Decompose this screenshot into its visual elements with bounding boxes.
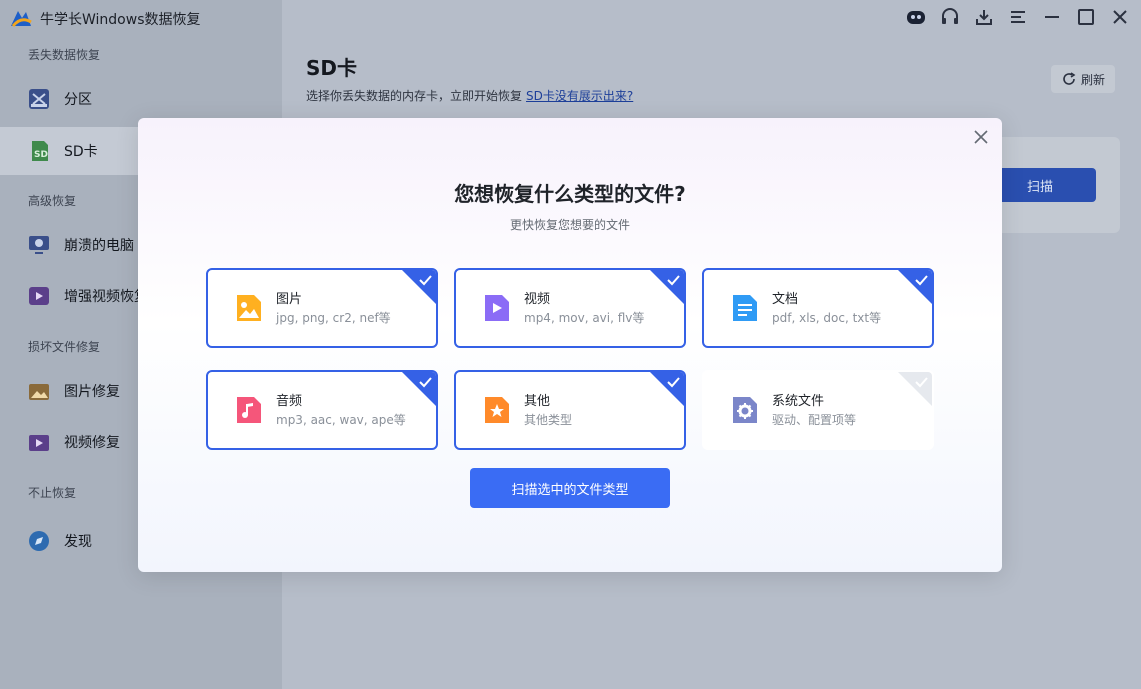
page-title: SD卡 xyxy=(306,56,358,80)
section-label-lost-data: 丢失数据恢复 xyxy=(28,48,101,62)
check-corner-icon xyxy=(898,270,932,304)
check-corner-icon xyxy=(650,372,684,406)
svg-text:SD: SD xyxy=(34,150,48,160)
file-type-system[interactable]: 系统文件 驱动、配置项等 xyxy=(702,370,934,450)
download-icon[interactable] xyxy=(973,6,995,28)
file-type-name: 音频 xyxy=(276,394,303,409)
file-type-desc: pdf, xls, doc, txt等 xyxy=(772,311,882,325)
scan-selected-types-button[interactable]: 扫描选中的文件类型 xyxy=(470,468,670,508)
sidebar-item-label: 增强视频恢复 xyxy=(64,289,148,305)
menu-icon[interactable] xyxy=(1007,6,1029,28)
refresh-icon xyxy=(1063,72,1076,85)
crashed-pc-icon xyxy=(29,236,49,254)
sd-card-icon: SD xyxy=(32,141,48,161)
other-file-icon xyxy=(485,397,509,423)
app-logo-icon xyxy=(11,11,32,27)
app-title: 牛学长Windows数据恢复 xyxy=(8,6,201,32)
refresh-button[interactable]: 刷新 xyxy=(1051,65,1115,93)
sidebar-item-partition[interactable]: 分区 xyxy=(0,75,282,123)
file-type-name: 其他 xyxy=(524,394,551,409)
minimize-icon[interactable] xyxy=(1041,6,1063,28)
check-corner-icon xyxy=(402,372,436,406)
sidebar-item-label: 图片修复 xyxy=(64,384,120,400)
sd-card-missing-link[interactable]: SD卡没有展示出来? xyxy=(526,89,633,103)
file-type-document[interactable]: 文档 pdf, xls, doc, txt等 xyxy=(702,268,934,348)
file-type-desc: mp4, mov, avi, flv等 xyxy=(524,311,645,325)
section-label-advanced: 高级恢复 xyxy=(28,194,77,208)
file-type-name: 系统文件 xyxy=(772,394,825,409)
dialog-subtitle: 更快恢复您想要的文件 xyxy=(509,218,630,232)
video-file-icon xyxy=(485,295,509,321)
photo-repair-icon xyxy=(29,384,49,400)
sidebar-item-label: 崩溃的电脑 xyxy=(64,238,134,254)
close-window-icon[interactable] xyxy=(1109,6,1131,28)
headset-support-icon[interactable] xyxy=(939,6,961,28)
audio-file-icon xyxy=(237,397,261,423)
sidebar-item-label: 视频修复 xyxy=(64,435,120,451)
app-title-text: 牛学长Windows数据恢复 xyxy=(40,12,201,28)
check-corner-icon xyxy=(898,372,932,406)
close-icon xyxy=(974,130,988,144)
file-type-image[interactable]: 图片 jpg, png, cr2, nef等 xyxy=(206,268,438,348)
refresh-label: 刷新 xyxy=(1080,72,1105,87)
enhanced-video-icon xyxy=(29,287,49,305)
system-file-icon xyxy=(733,397,757,423)
file-type-desc: jpg, png, cr2, nef等 xyxy=(276,311,391,325)
sidebar-item-label: SD卡 xyxy=(64,144,98,160)
section-label-repair: 损坏文件修复 xyxy=(28,340,101,354)
robot-assistant-icon[interactable] xyxy=(905,6,927,28)
document-file-icon xyxy=(733,295,757,321)
file-type-desc: 驱动、配置项等 xyxy=(772,413,857,427)
check-corner-icon xyxy=(650,270,684,304)
file-type-desc: 其他类型 xyxy=(524,413,573,427)
dialog-title: 您想恢复什么类型的文件? xyxy=(454,182,686,206)
file-type-name: 视频 xyxy=(524,292,551,307)
sidebar-item-label: 分区 xyxy=(64,92,92,108)
file-type-other[interactable]: 其他 其他类型 xyxy=(454,370,686,450)
file-type-audio[interactable]: 音频 mp3, aac, wav, ape等 xyxy=(206,370,438,450)
partition-icon xyxy=(29,89,49,109)
file-type-dialog: 您想恢复什么类型的文件? 更快恢复您想要的文件 图片 jpg, png, cr2… xyxy=(138,118,1002,572)
close-dialog-button[interactable] xyxy=(970,126,992,148)
page-subtitle-text: 选择你丢失数据的内存卡，立即开始恢复 xyxy=(306,89,523,103)
check-corner-icon xyxy=(402,270,436,304)
compass-icon xyxy=(29,531,49,551)
sidebar-item-label: 发现 xyxy=(64,534,92,550)
window-controls xyxy=(905,6,1131,28)
maximize-icon[interactable] xyxy=(1075,6,1097,28)
file-type-desc: mp3, aac, wav, ape等 xyxy=(276,413,406,427)
section-label-more: 不止恢复 xyxy=(28,486,77,500)
file-type-name: 文档 xyxy=(772,292,799,307)
file-type-video[interactable]: 视频 mp4, mov, avi, flv等 xyxy=(454,268,686,348)
page-subtitle: 选择你丢失数据的内存卡，立即开始恢复 SD卡没有展示出来? xyxy=(306,87,633,104)
video-repair-icon xyxy=(29,435,49,451)
file-type-name: 图片 xyxy=(276,292,303,307)
image-file-icon xyxy=(237,295,261,321)
